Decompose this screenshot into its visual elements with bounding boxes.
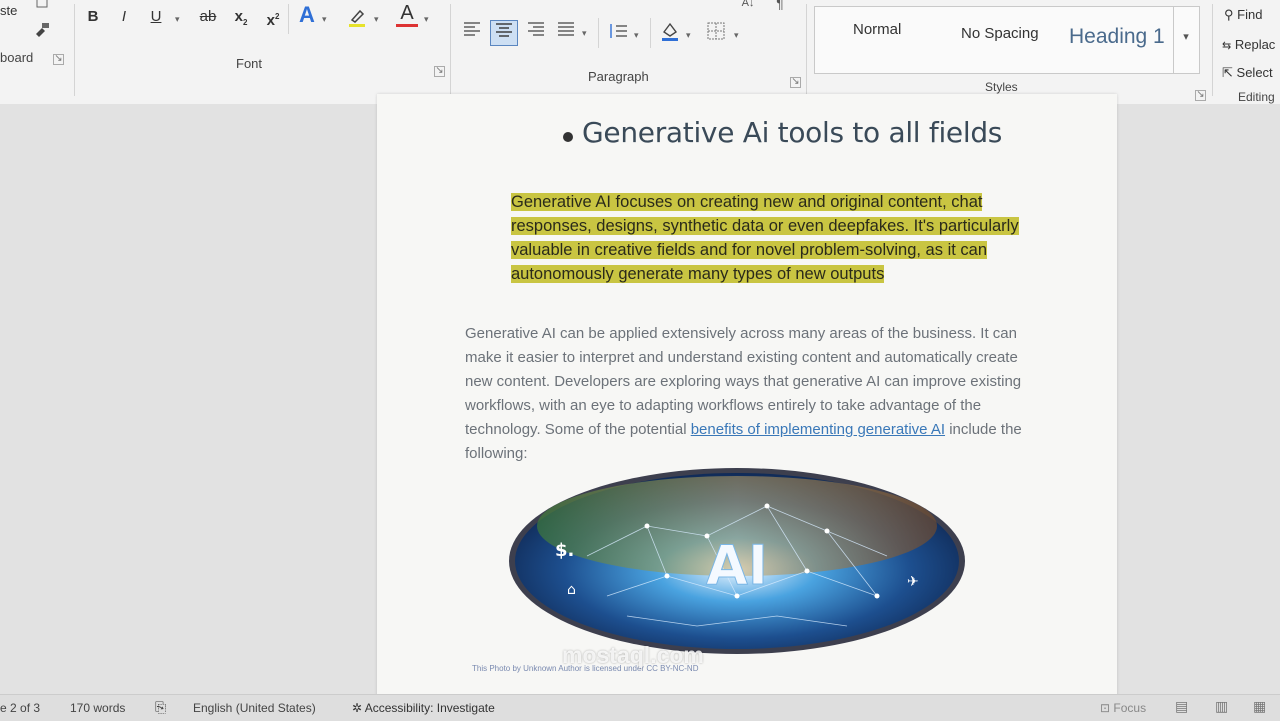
format-painter-icon[interactable] bbox=[30, 20, 54, 42]
highlighted-text: Generative AI focuses on creating new an… bbox=[511, 193, 1019, 283]
chevron-down-icon[interactable]: ▾ bbox=[634, 30, 639, 41]
find-label: Find bbox=[1237, 7, 1263, 22]
shading-icon[interactable] bbox=[658, 20, 682, 42]
ribbon: ste board ↘ B I U ▾ ab x2 x2 A ▾ ▾ A ▾ F… bbox=[0, 0, 1280, 105]
image-ai-text: AI bbox=[706, 534, 768, 597]
select-label: Select bbox=[1236, 65, 1273, 80]
ai-illustration[interactable]: AI $. ✈ ⌂ bbox=[507, 466, 967, 656]
divider bbox=[1212, 4, 1213, 96]
focus-label: Focus bbox=[1113, 701, 1147, 715]
font-group-label: Font bbox=[236, 56, 263, 71]
divider bbox=[598, 18, 599, 48]
page-count[interactable]: e 2 of 3 bbox=[0, 701, 40, 715]
page-heading[interactable]: Generative Ai tools to all fields bbox=[582, 116, 1002, 149]
web-layout-icon[interactable]: ▦ bbox=[1253, 698, 1266, 715]
document-page[interactable]: Generative Ai tools to all fields Genera… bbox=[377, 94, 1117, 704]
clipboard-group-label: board bbox=[0, 50, 34, 65]
svg-text:✈: ✈ bbox=[907, 574, 919, 590]
find-button[interactable]: ⚲ Find bbox=[1224, 4, 1262, 26]
focus-button[interactable]: ⊡ Focus bbox=[1100, 701, 1146, 715]
replace-button[interactable]: ⇆ Replac bbox=[1222, 34, 1275, 56]
copy-icon[interactable] bbox=[32, 0, 54, 16]
svg-text:⌂: ⌂ bbox=[567, 582, 576, 598]
style-no-spacing[interactable]: No Spacing bbox=[961, 25, 1039, 42]
select-button[interactable]: ⇱ Select bbox=[1222, 62, 1273, 84]
status-bar: e 2 of 3 170 words ⎘ English (United Sta… bbox=[0, 694, 1280, 721]
divider bbox=[74, 4, 75, 96]
language-status[interactable]: English (United States) bbox=[193, 701, 316, 715]
divider bbox=[650, 18, 651, 48]
body-paragraph[interactable]: Generative AI can be applied extensively… bbox=[465, 322, 1035, 466]
align-right-icon[interactable] bbox=[524, 20, 548, 42]
word-count[interactable]: 170 words bbox=[70, 701, 125, 715]
paragraph-group-label: Paragraph bbox=[588, 69, 649, 84]
document-canvas[interactable]: Generative Ai tools to all fields Genera… bbox=[0, 94, 1280, 704]
text-effects-button[interactable]: A bbox=[296, 4, 318, 26]
align-center-icon[interactable] bbox=[490, 20, 518, 46]
accessibility-status[interactable]: ✲ Accessibility: Investigate bbox=[352, 701, 495, 715]
chevron-down-icon: ▾ bbox=[1183, 31, 1189, 43]
benefits-link[interactable]: benefits of implementing generative AI bbox=[691, 421, 945, 438]
style-heading-1[interactable]: Heading 1 bbox=[1069, 25, 1165, 49]
underline-button[interactable]: U bbox=[147, 6, 165, 28]
justify-icon[interactable] bbox=[554, 20, 578, 42]
clipboard-launcher-icon[interactable]: ↘ bbox=[53, 54, 64, 65]
style-normal[interactable]: Normal bbox=[853, 21, 901, 38]
paste-button[interactable]: ste bbox=[0, 0, 17, 22]
replace-label: Replac bbox=[1234, 37, 1276, 52]
show-marks-icon[interactable]: ¶ bbox=[772, 0, 788, 14]
styles-more-button[interactable]: ▾ bbox=[1173, 7, 1198, 73]
strikethrough-button[interactable]: ab bbox=[196, 6, 220, 28]
chevron-down-icon[interactable]: ▾ bbox=[175, 14, 180, 25]
styles-group-label: Styles bbox=[985, 80, 1018, 94]
proofing-icon[interactable]: ⎘ bbox=[155, 699, 166, 716]
styles-launcher-icon[interactable]: ↘ bbox=[1195, 90, 1206, 101]
highlighter-icon[interactable] bbox=[345, 6, 369, 28]
search-icon: ⚲ bbox=[1224, 7, 1234, 22]
watermark: mostaql.com bbox=[562, 642, 704, 668]
chevron-down-icon[interactable]: ▾ bbox=[424, 14, 429, 25]
divider bbox=[288, 4, 289, 34]
superscript-label: x bbox=[266, 12, 275, 29]
chevron-down-icon[interactable]: ▾ bbox=[582, 28, 587, 39]
editing-group-label: Editing bbox=[1238, 90, 1275, 104]
sort-icon[interactable]: A↓ bbox=[736, 0, 760, 14]
replace-icon: ⇆ bbox=[1222, 40, 1232, 52]
accessibility-icon: ✲ bbox=[352, 701, 363, 715]
highlighted-paragraph[interactable]: Generative AI focuses on creating new an… bbox=[511, 190, 1031, 286]
read-mode-icon[interactable]: ▤ bbox=[1175, 698, 1188, 715]
accessibility-label: Accessibility: Investigate bbox=[364, 701, 495, 715]
chevron-down-icon[interactable]: ▾ bbox=[374, 14, 379, 25]
italic-button[interactable]: I bbox=[115, 6, 133, 28]
superscript-button[interactable]: x2 bbox=[264, 6, 282, 29]
styles-gallery: Normal No Spacing Heading 1 ▾ bbox=[814, 6, 1200, 74]
divider bbox=[806, 4, 807, 96]
chevron-down-icon[interactable]: ▾ bbox=[322, 14, 327, 25]
font-launcher-icon[interactable]: ↘ bbox=[434, 66, 445, 77]
paragraph-launcher-icon[interactable]: ↘ bbox=[790, 77, 801, 88]
divider bbox=[450, 4, 451, 96]
bold-button[interactable]: B bbox=[84, 6, 102, 28]
focus-icon: ⊡ bbox=[1100, 701, 1111, 715]
font-color-button[interactable]: A bbox=[396, 2, 418, 27]
print-layout-icon[interactable]: ▥ bbox=[1215, 698, 1228, 715]
svg-text:$.: $. bbox=[555, 540, 574, 561]
borders-icon[interactable] bbox=[704, 22, 728, 44]
line-spacing-icon[interactable] bbox=[606, 22, 630, 44]
subscript-button[interactable]: x2 bbox=[232, 6, 250, 28]
align-left-icon[interactable] bbox=[460, 20, 484, 42]
chevron-down-icon[interactable]: ▾ bbox=[686, 30, 691, 41]
chevron-down-icon[interactable]: ▾ bbox=[734, 30, 739, 41]
bullet-icon bbox=[563, 132, 573, 142]
subscript-label: x bbox=[234, 8, 243, 25]
cursor-icon: ⇱ bbox=[1222, 65, 1233, 80]
